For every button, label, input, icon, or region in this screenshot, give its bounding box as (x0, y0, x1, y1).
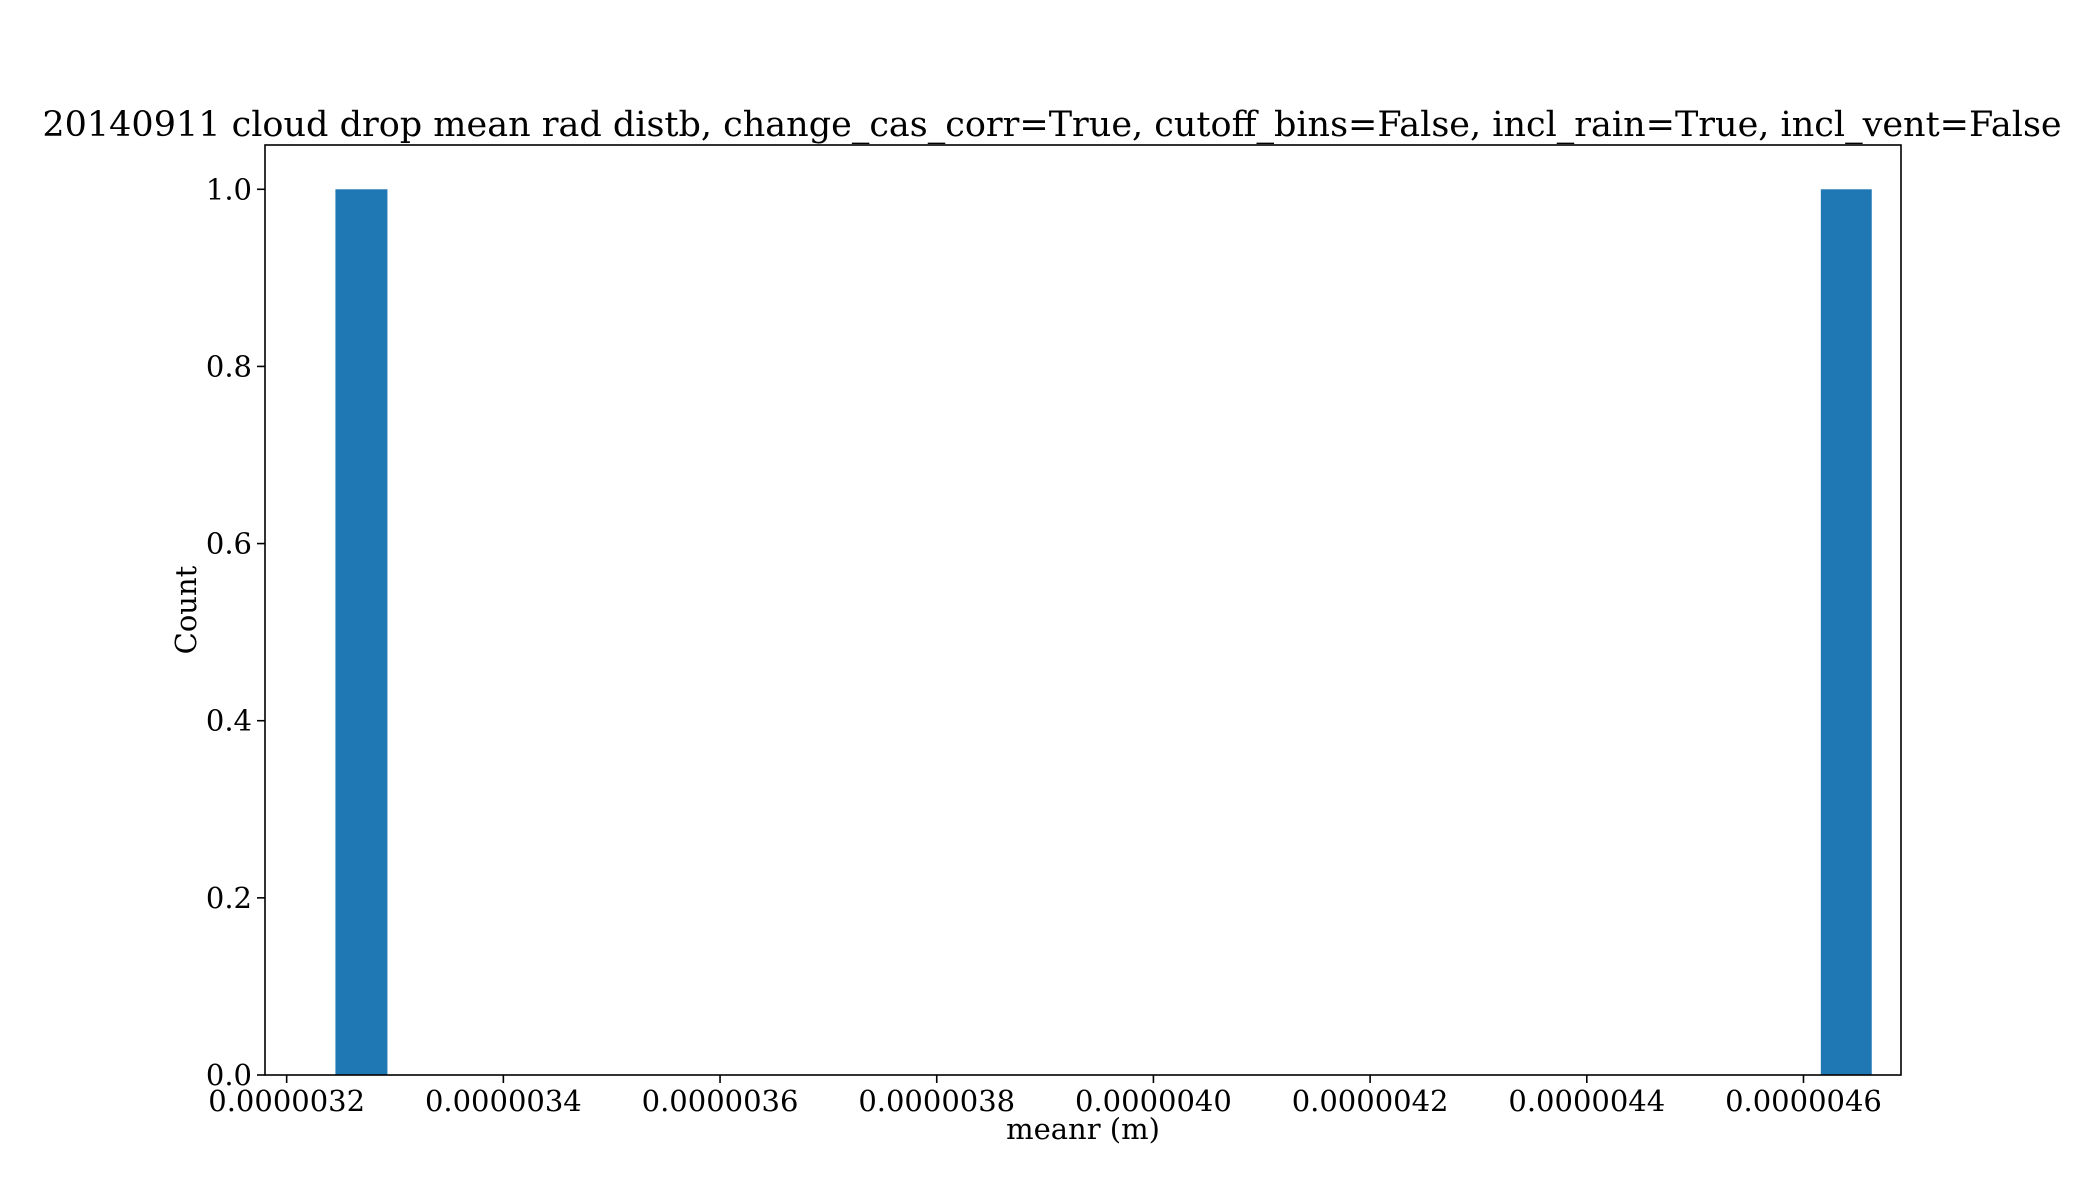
x-tick-label: 0.0000038 (858, 1084, 1015, 1118)
y-axis-label: Count (169, 565, 203, 654)
x-tick-label: 0.0000036 (642, 1084, 799, 1118)
bars-group (335, 189, 1872, 1076)
histogram-bar (1820, 189, 1872, 1076)
histogram-bar (335, 189, 388, 1076)
x-tick-label: 0.0000042 (1292, 1084, 1449, 1118)
x-tick-label: 0.0000046 (1725, 1084, 1882, 1118)
chart-title: 20140911 cloud drop mean rad distb, chan… (42, 105, 2061, 145)
histogram-chart: 20140911 cloud drop mean rad distb, chan… (42, 105, 2061, 1146)
plot-area-frame (264, 144, 1902, 1076)
y-tick-label: 0.8 (206, 349, 252, 383)
y-tick-label: 0.4 (206, 704, 252, 738)
y-axis-ticks: 0.0 0.2 0.4 0.6 0.8 1.0 (206, 172, 265, 1092)
y-tick-label: 0.2 (206, 881, 252, 915)
y-tick-label: 0.6 (206, 527, 252, 561)
y-tick-label: 0.0 (206, 1058, 252, 1092)
y-tick-label: 1.0 (206, 172, 252, 206)
x-tick-label: 0.0000044 (1508, 1084, 1665, 1118)
x-tick-label: 0.0000034 (425, 1084, 582, 1118)
x-axis-label: meanr (m) (1006, 1112, 1160, 1146)
